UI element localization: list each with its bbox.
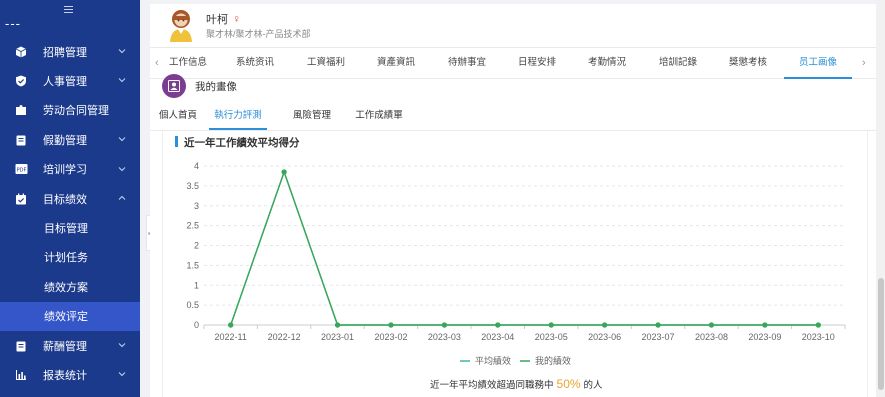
- x-tick-label: 2023-06: [588, 332, 621, 342]
- y-tick-label: 0: [194, 320, 199, 330]
- series-line: [230, 169, 819, 326]
- x-tick-label: 2023-01: [321, 332, 354, 342]
- y-tick-label: 4: [194, 161, 199, 171]
- summary-percent: 50%: [556, 377, 581, 391]
- legend-label: 我的績效: [535, 355, 571, 366]
- x-tick-label: 2023-04: [481, 332, 514, 342]
- x-tick-label: 2022-12: [268, 332, 301, 342]
- y-tick-label: 3.5: [186, 181, 199, 191]
- data-point: [762, 322, 768, 328]
- x-tick-label: 2022-11: [215, 332, 247, 342]
- data-point: [281, 169, 287, 175]
- data-point: [495, 322, 501, 328]
- y-tick-label: 2.5: [186, 221, 199, 231]
- summary-text: 近一年平均績效超過同職務中 50% 的人: [430, 377, 603, 391]
- summary-prefix: 近一年平均績效超過同職務中: [430, 380, 554, 391]
- data-point: [228, 322, 234, 328]
- performance-chart: 0 0.5 1 1.5 2 2.5 3 3.5 4 2022-11 2022-12 2023-01 20…: [186, 161, 846, 366]
- data-point: [441, 322, 447, 328]
- x-tick-label: 2023-05: [535, 332, 568, 342]
- data-point: [602, 322, 608, 328]
- scrollbar-thumb[interactable]: [878, 278, 884, 390]
- x-tick-label: 2023-02: [374, 332, 407, 342]
- page-scrollbar[interactable]: [877, 0, 885, 397]
- data-point: [388, 322, 394, 328]
- x-tick-label: 2023-03: [428, 332, 461, 342]
- data-point: [815, 322, 821, 328]
- x-tick-label: 2023-08: [695, 332, 728, 342]
- data-point: [548, 322, 554, 328]
- data-point: [655, 322, 661, 328]
- data-point: [334, 322, 341, 328]
- data-point: [708, 322, 715, 328]
- x-tick-label: 2023-07: [642, 332, 675, 342]
- legend-label: 平均績效: [475, 355, 511, 366]
- y-tick-label: 1: [194, 280, 199, 290]
- series-line: [230, 169, 819, 326]
- x-tick-label: 2023-09: [748, 332, 781, 342]
- y-tick-label: 3: [194, 201, 199, 211]
- summary-suffix: 的人: [583, 380, 603, 391]
- y-tick-label: 1.5: [186, 260, 199, 270]
- y-tick-label: 2: [194, 241, 199, 251]
- app-root: --- 招聘管理 人事管理 劳动合同管理 假勤管理 PDF 培训学习 目标绩效 目标管理 计划任…: [0, 0, 885, 397]
- x-tick-label: 2023-10: [802, 332, 835, 342]
- y-tick-label: 0.5: [186, 300, 199, 310]
